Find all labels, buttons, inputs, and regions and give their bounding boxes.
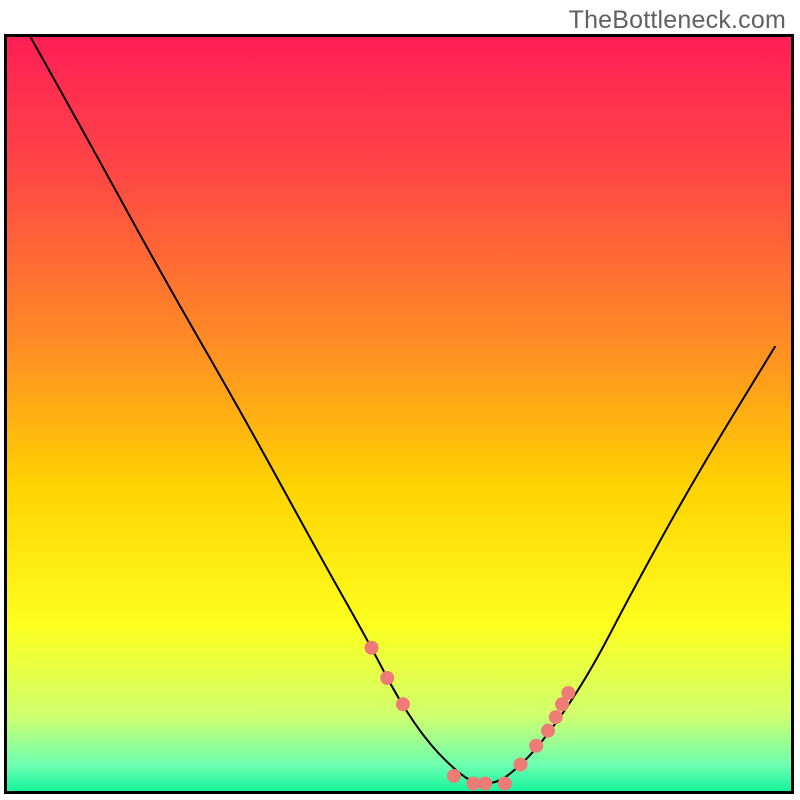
- highlight-dot: [529, 739, 543, 753]
- chart-svg: [7, 37, 791, 791]
- highlight-dot: [549, 710, 563, 724]
- chart-stage: TheBottleneck.com: [0, 0, 800, 800]
- highlight-dot: [541, 724, 555, 738]
- highlight-dot: [380, 671, 394, 685]
- highlight-dot: [396, 697, 410, 711]
- highlight-dot: [447, 769, 461, 783]
- gradient-bg: [7, 37, 791, 791]
- highlight-dot: [478, 776, 492, 790]
- highlight-dot: [498, 776, 512, 790]
- highlight-dot: [514, 758, 528, 772]
- watermark-text: TheBottleneck.com: [569, 6, 786, 35]
- chart-frame: [4, 34, 794, 794]
- highlight-dot: [365, 641, 379, 655]
- highlight-dot: [561, 686, 575, 700]
